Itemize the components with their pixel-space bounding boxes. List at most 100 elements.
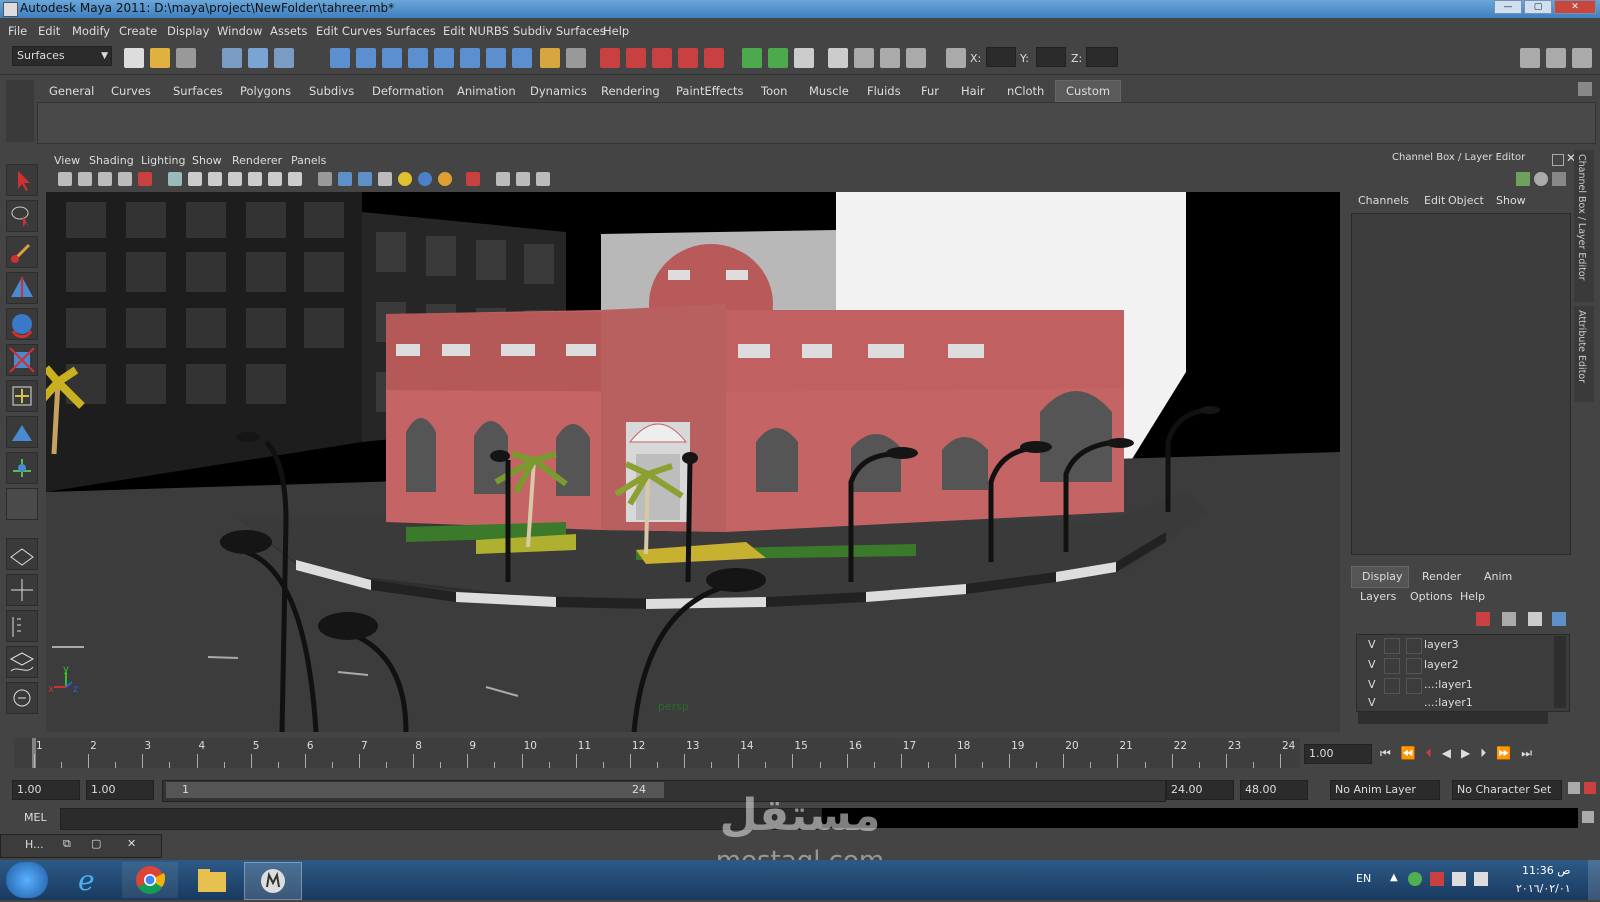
menu-modify[interactable]: Modify	[72, 24, 110, 38]
grid-icon[interactable]	[168, 172, 182, 186]
bookmark-icon[interactable]	[98, 172, 112, 186]
panel-menu-panels[interactable]: Panels	[291, 154, 326, 167]
layer-visibility-toggle[interactable]: V	[1368, 658, 1376, 671]
wireframe-on-shaded-icon[interactable]	[358, 172, 372, 186]
tab-fur[interactable]: Fur	[921, 84, 939, 98]
help-icon[interactable]	[512, 48, 532, 68]
current-time-field[interactable]: 1.00	[1304, 744, 1372, 764]
move-layer-up-icon[interactable]	[1476, 612, 1490, 626]
volume-icon[interactable]	[1474, 872, 1488, 886]
x-field[interactable]	[986, 47, 1016, 67]
all-lights-icon[interactable]	[418, 172, 432, 186]
layer-color-swatch[interactable]	[1406, 658, 1422, 674]
channel-box-list[interactable]	[1351, 213, 1571, 555]
chrome-icon[interactable]	[122, 862, 178, 898]
hypershade-layout-icon[interactable]	[6, 682, 38, 714]
minimized-window[interactable]: H... ⧉ ▢ ✕	[0, 834, 162, 858]
show-hidden-icons-icon[interactable]: ▲	[1390, 872, 1398, 883]
y-field[interactable]	[1036, 47, 1066, 67]
anim-layer-dropdown[interactable]: No Anim Layer	[1330, 780, 1440, 800]
maya-app-icon[interactable]	[3, 2, 18, 17]
tab-toon[interactable]: Toon	[761, 84, 787, 98]
new-scene-icon[interactable]	[124, 48, 144, 68]
graph-icon[interactable]	[906, 48, 926, 68]
restore-icon[interactable]: ⧉	[63, 837, 71, 851]
paint-select-tool-icon[interactable]	[6, 236, 38, 268]
auto-key-icon[interactable]	[1568, 782, 1580, 794]
channel-toggle-icon[interactable]	[1534, 172, 1548, 186]
move-layer-down-icon[interactable]	[1502, 612, 1516, 626]
tab-muscle[interactable]: Muscle	[809, 84, 849, 98]
playback-start-field[interactable]: 1.00	[86, 780, 154, 800]
menu-assets[interactable]: Assets	[270, 24, 307, 38]
layer-row[interactable]: V ...:layer1	[1358, 678, 1558, 696]
default-light-icon[interactable]	[398, 172, 412, 186]
channel-box-toggle-icon[interactable]	[1572, 48, 1592, 68]
tab-polygons[interactable]: Polygons	[240, 84, 291, 98]
tab-deformation[interactable]: Deformation	[372, 84, 444, 98]
command-language-label[interactable]: MEL	[24, 811, 47, 824]
show-desktop-button[interactable]	[1588, 860, 1600, 900]
layer-list-scrollbar[interactable]	[1554, 636, 1566, 708]
step-forward-key-icon[interactable]: ⏩	[1496, 746, 1521, 760]
tab-fluids[interactable]: Fluids	[867, 84, 901, 98]
menu-create[interactable]: Create	[119, 24, 157, 38]
layer-tab-render[interactable]: Render	[1422, 570, 1461, 583]
cb-menu-channels[interactable]: Channels	[1358, 194, 1409, 207]
select-component-icon[interactable]	[274, 48, 294, 68]
show-manipulator-icon[interactable]	[6, 452, 38, 484]
smooth-shade-icon[interactable]	[338, 172, 352, 186]
menu-edit-curves[interactable]: Edit Curves	[316, 24, 382, 38]
action-center-icon[interactable]	[1430, 872, 1444, 886]
render-view-icon[interactable]	[704, 48, 724, 68]
persp-icon[interactable]	[854, 48, 874, 68]
minimize-button[interactable]: —	[1494, 0, 1522, 14]
ipr-render-icon[interactable]	[626, 48, 646, 68]
cb-menu-object[interactable]: Object	[1448, 194, 1484, 207]
tab-dynamics[interactable]: Dynamics	[530, 84, 587, 98]
input-ops-icon[interactable]	[742, 48, 762, 68]
xray-icon[interactable]	[496, 172, 510, 186]
channel-pin-icon[interactable]	[1552, 172, 1566, 186]
layer-visibility-toggle[interactable]: V	[1368, 638, 1376, 651]
lasso-tool-icon[interactable]	[6, 200, 38, 232]
rotate-tool-icon[interactable]	[6, 308, 38, 340]
tab-hair[interactable]: Hair	[961, 84, 985, 98]
new-layer-icon[interactable]	[1528, 612, 1542, 626]
outliner-persp-layout-icon[interactable]	[6, 610, 38, 642]
tab-curves[interactable]: Curves	[111, 84, 151, 98]
rename-icon[interactable]	[794, 48, 814, 68]
move-tool-icon[interactable]	[6, 272, 38, 304]
close-button[interactable]: ✕	[1554, 0, 1596, 14]
go-to-end-icon[interactable]: ⏭	[1521, 746, 1542, 760]
last-tool-slot[interactable]	[6, 488, 38, 520]
step-back-key-icon[interactable]: ⏪	[1401, 746, 1426, 760]
single-pane-layout-icon[interactable]	[6, 538, 38, 570]
maximize-icon[interactable]: ▢	[91, 837, 101, 850]
shadows-icon[interactable]	[438, 172, 452, 186]
layer-menu-layers[interactable]: Layers	[1360, 590, 1396, 603]
tab-animation[interactable]: Animation	[457, 84, 516, 98]
soft-mod-tool-icon[interactable]	[6, 416, 38, 448]
field-chart-icon[interactable]	[248, 172, 262, 186]
network-tray-icon[interactable]	[1408, 872, 1422, 886]
menu-file[interactable]: File	[8, 24, 27, 38]
safe-title-icon[interactable]	[288, 172, 302, 186]
animation-prefs-icon[interactable]	[1584, 782, 1596, 794]
snap-plane-icon[interactable]	[408, 48, 428, 68]
layer-row[interactable]: V layer2	[1358, 658, 1558, 676]
xray-joints-icon[interactable]	[516, 172, 530, 186]
internet-explorer-icon[interactable]: e	[62, 862, 116, 898]
lock-icon[interactable]	[540, 48, 560, 68]
panel-menu-lighting[interactable]: Lighting	[141, 154, 185, 167]
attribute-editor-toggle-icon[interactable]	[1520, 48, 1540, 68]
animation-end-field[interactable]: 48.00	[1240, 780, 1308, 800]
snap-grid-icon[interactable]	[330, 48, 350, 68]
layer-tab-anim[interactable]: Anim	[1484, 570, 1512, 583]
render-settings-icon[interactable]	[652, 48, 672, 68]
clock-date[interactable]: ٢٠١٦/٠٢/٠١	[1516, 882, 1571, 895]
side-tab-attribute-editor[interactable]: Attribute Editor	[1574, 306, 1594, 402]
output-ops-icon[interactable]	[768, 48, 788, 68]
wireframe-icon[interactable]	[318, 172, 332, 186]
maya-taskbar-icon[interactable]	[244, 862, 302, 900]
